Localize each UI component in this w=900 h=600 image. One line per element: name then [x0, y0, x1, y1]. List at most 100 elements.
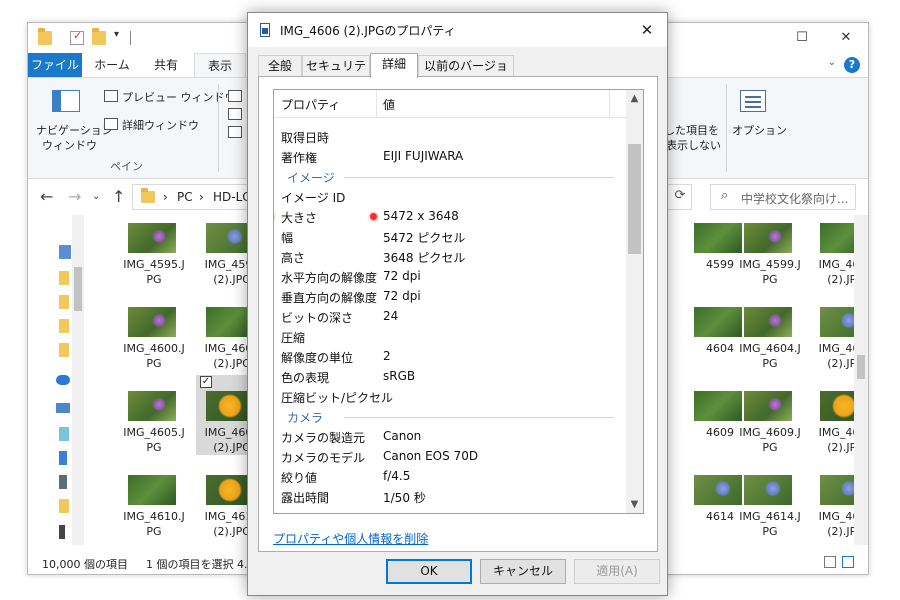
close-button[interactable]: ✕: [826, 27, 866, 49]
folder-icon[interactable]: [59, 499, 69, 513]
layout-icon[interactable]: [228, 126, 242, 138]
property-row[interactable]: 色の表現 sRGB: [274, 366, 626, 386]
maximize-button[interactable]: ☐: [782, 27, 822, 49]
property-value[interactable]: 24: [383, 309, 398, 323]
column-header-value[interactable]: 値: [383, 96, 395, 113]
property-row[interactable]: 高さ 3648 ピクセル: [274, 246, 626, 266]
details-view-icon[interactable]: [824, 556, 836, 568]
property-list[interactable]: プロパティ 値 取得日時 著作権 EIJI FUJIWARA イメージ イメージ ID 大…: [273, 89, 644, 514]
content-scrollbar[interactable]: [854, 215, 868, 545]
layout-icon[interactable]: [228, 108, 242, 120]
downloads-icon[interactable]: [59, 451, 67, 465]
folder-icon[interactable]: [59, 319, 69, 333]
navigation-pane-icon[interactable]: [52, 90, 80, 112]
column-divider[interactable]: [376, 90, 377, 118]
properties-icon[interactable]: [70, 29, 84, 45]
navigation-pane-label[interactable]: ナビゲーション: [36, 122, 113, 138]
tab-general[interactable]: 全般: [258, 55, 302, 77]
checkbox-icon[interactable]: ✓: [200, 376, 212, 388]
file-thumbnail[interactable]: IMG_4614.J PG: [734, 459, 806, 539]
refresh-icon[interactable]: ⟳: [668, 184, 692, 208]
file-thumbnail[interactable]: IMG_4605.J PG: [118, 375, 190, 455]
property-row[interactable]: 圧縮ビット/ピクセル: [274, 386, 626, 406]
help-icon[interactable]: ?: [844, 57, 860, 73]
tab-security[interactable]: セキュリティ: [302, 55, 370, 93]
ok-button[interactable]: OK: [386, 559, 472, 584]
folder-icon[interactable]: [59, 343, 69, 357]
property-value[interactable]: EIJI FUJIWARA: [383, 149, 463, 163]
3d-objects-icon[interactable]: [59, 427, 69, 441]
options-icon[interactable]: [740, 90, 766, 112]
details-pane-button[interactable]: 詳細ウィンドウ: [122, 117, 199, 133]
property-row[interactable]: イメージ ID: [274, 186, 626, 206]
cancel-button[interactable]: キャンセル: [480, 559, 566, 584]
property-value[interactable]: sRGB: [383, 369, 415, 383]
scrollbar-thumb[interactable]: [857, 355, 865, 379]
column-header-property[interactable]: プロパティ: [281, 96, 340, 113]
scrollbar-thumb[interactable]: [628, 144, 641, 254]
hide-selected-label-2[interactable]: 表示しない: [666, 137, 721, 153]
property-value[interactable]: 3648 ピクセル: [383, 249, 465, 266]
property-value[interactable]: 2: [383, 349, 391, 363]
property-value[interactable]: f/4.5: [383, 469, 410, 483]
folder-icon[interactable]: [38, 28, 52, 45]
property-value[interactable]: 72 dpi: [383, 289, 421, 303]
file-thumbnail[interactable]: IMG_4595.J PG: [118, 207, 190, 287]
scroll-down-icon[interactable]: ▼: [626, 496, 643, 513]
property-row[interactable]: カメラのモデル Canon EOS 70D: [274, 446, 626, 466]
tab-view[interactable]: 表示: [194, 53, 246, 77]
chevron-down-icon[interactable]: ⌄: [92, 191, 100, 202]
hide-selected-label[interactable]: した項目を: [664, 122, 719, 138]
property-row[interactable]: 大きさ 5472 x 3648: [274, 206, 626, 226]
apply-button[interactable]: 適用(A): [574, 559, 660, 584]
property-row[interactable]: ビットの深さ 24: [274, 306, 626, 326]
property-row[interactable]: 圧縮: [274, 326, 626, 346]
file-thumbnail[interactable]: IMG_4604.J PG: [734, 291, 806, 371]
back-arrow-icon[interactable]: ←: [40, 187, 53, 206]
property-value[interactable]: 5472 x 3648: [383, 209, 459, 223]
property-row[interactable]: 水平方向の解像度 72 dpi: [274, 266, 626, 286]
navigation-pane-label-2[interactable]: ウィンドウ: [42, 137, 97, 153]
property-row[interactable]: 取得日時: [274, 126, 626, 146]
close-button[interactable]: ✕: [635, 19, 659, 41]
property-list-scrollbar[interactable]: ▲ ▼: [626, 90, 643, 513]
file-thumbnail[interactable]: IMG_4599.J PG: [734, 207, 806, 287]
folder-icon[interactable]: [59, 295, 69, 309]
property-row[interactable]: 解像度の単位 2: [274, 346, 626, 366]
tab-previous-versions[interactable]: 以前のバージョン: [418, 55, 514, 93]
chevron-down-icon[interactable]: ⌄: [828, 57, 836, 68]
property-row[interactable]: 露出時間 1/50 秒: [274, 486, 626, 506]
breadcrumb-pc[interactable]: PC: [177, 190, 193, 204]
scrollbar-thumb[interactable]: [74, 267, 82, 311]
property-row[interactable]: カメラの製造元 Canon: [274, 426, 626, 446]
tab-share[interactable]: 共有: [140, 53, 192, 77]
file-thumbnail[interactable]: IMG_4610.J PG: [118, 459, 190, 539]
property-value[interactable]: 1/50 秒: [383, 489, 426, 506]
tab-file[interactable]: ファイル: [28, 53, 82, 77]
pc-icon[interactable]: [56, 403, 70, 413]
property-value[interactable]: 5472 ピクセル: [383, 229, 465, 246]
forward-arrow-icon[interactable]: →: [68, 187, 81, 206]
property-value[interactable]: Canon: [383, 429, 421, 443]
property-row[interactable]: 幅 5472 ピクセル: [274, 226, 626, 246]
computer-icon[interactable]: [59, 245, 71, 259]
folder-icon[interactable]: [59, 271, 69, 285]
property-row[interactable]: 垂直方向の解像度 72 dpi: [274, 286, 626, 306]
tab-details[interactable]: 詳細: [370, 53, 418, 78]
remove-properties-link[interactable]: プロパティや個人情報を削除: [273, 530, 428, 547]
large-icons-view-icon[interactable]: [842, 556, 854, 568]
property-row[interactable]: 絞り値 f/4.5: [274, 466, 626, 486]
file-thumbnail[interactable]: IMG_4600.J PG: [118, 291, 190, 371]
up-arrow-icon[interactable]: ↑: [112, 187, 125, 206]
chevron-down-icon[interactable]: ▾: [114, 29, 119, 40]
property-value[interactable]: Canon EOS 70D: [383, 449, 478, 463]
tab-home[interactable]: ホーム: [84, 53, 140, 77]
options-button[interactable]: オプション: [732, 122, 787, 138]
onedrive-icon[interactable]: [56, 375, 70, 385]
property-value[interactable]: 72 dpi: [383, 269, 421, 283]
desktop-icon[interactable]: [59, 475, 67, 489]
column-divider[interactable]: [609, 90, 610, 118]
navigation-scrollbar[interactable]: [72, 215, 84, 545]
drive-icon[interactable]: [59, 525, 65, 539]
scroll-up-icon[interactable]: ▲: [626, 90, 643, 107]
